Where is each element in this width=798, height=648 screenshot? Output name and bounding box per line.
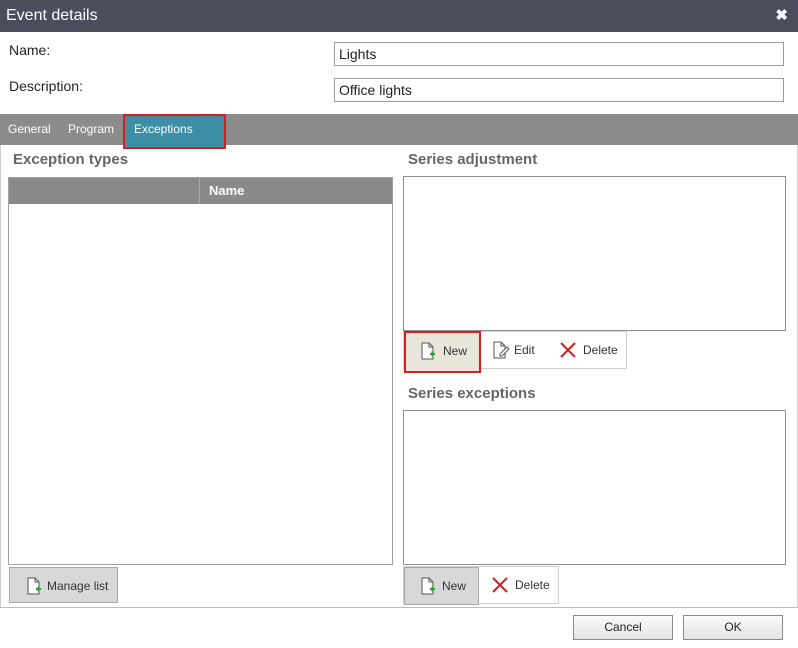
description-label: Description: xyxy=(9,78,83,94)
manage-list-button[interactable]: Manage list xyxy=(9,567,118,603)
column-header-name[interactable]: Name xyxy=(209,183,244,198)
column-separator xyxy=(199,178,200,204)
series-exceptions-delete-button[interactable]: Delete xyxy=(482,567,558,603)
delete-label: Delete xyxy=(583,343,618,357)
new-document-icon xyxy=(420,577,436,598)
ok-button[interactable]: OK xyxy=(683,615,783,640)
series-exceptions-new-button[interactable]: New xyxy=(404,567,479,605)
new-document-icon xyxy=(26,577,42,598)
series-adjustment-toolbar: New Edit Delete xyxy=(403,331,627,373)
dialog-titlebar: Event details ✖ xyxy=(0,0,798,32)
new-label: New xyxy=(442,579,467,593)
delete-x-icon xyxy=(560,342,576,361)
series-exceptions-toolbar: New Delete xyxy=(403,566,559,605)
exception-types-grid[interactable]: Name xyxy=(8,177,393,565)
delete-label: Delete xyxy=(515,578,550,592)
series-exceptions-title: Series exceptions xyxy=(408,385,536,402)
series-exceptions-list[interactable] xyxy=(403,410,786,565)
footer-divider xyxy=(0,607,798,608)
series-adjustment-title: Series adjustment xyxy=(408,151,538,168)
grid-header: Name xyxy=(9,178,392,204)
tab-exceptions[interactable]: Exceptions xyxy=(123,114,226,149)
manage-list-label: Manage list xyxy=(47,579,109,593)
cancel-button[interactable]: Cancel xyxy=(573,615,673,640)
new-label: New xyxy=(443,344,468,358)
dialog-title: Event details xyxy=(6,7,98,24)
description-field[interactable] xyxy=(334,78,784,102)
tab-program[interactable]: Program xyxy=(68,114,114,145)
series-adjustment-new-button[interactable]: New xyxy=(404,331,481,373)
delete-x-icon xyxy=(492,577,508,596)
exception-types-title: Exception types xyxy=(13,151,129,168)
tab-general[interactable]: General xyxy=(8,114,51,145)
new-document-icon xyxy=(420,342,436,363)
edit-document-icon xyxy=(492,341,510,362)
close-icon[interactable]: ✖ xyxy=(775,6,788,24)
edit-label: Edit xyxy=(514,343,535,357)
name-field[interactable] xyxy=(334,42,784,66)
name-label: Name: xyxy=(9,42,51,58)
series-adjustment-edit-button[interactable]: Edit xyxy=(484,332,548,368)
series-adjustment-delete-button[interactable]: Delete xyxy=(552,332,626,368)
series-adjustment-list[interactable] xyxy=(403,176,786,331)
tab-bar: General Program Exceptions xyxy=(0,114,798,149)
